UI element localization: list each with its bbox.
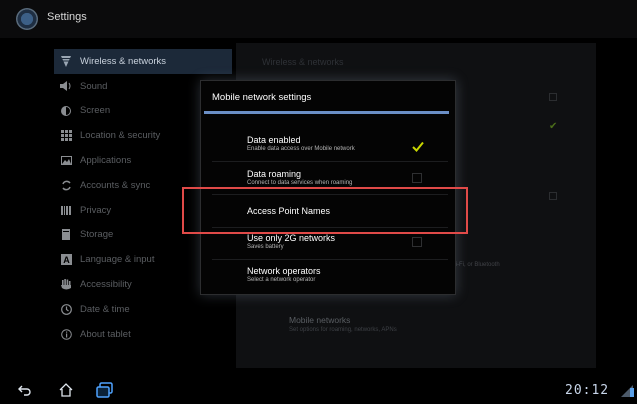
checkmark-icon <box>412 141 424 152</box>
sidebar-item-label: Applications <box>80 155 132 167</box>
settings-app-icon <box>16 8 38 30</box>
grid-icon <box>58 129 74 143</box>
contrast-icon <box>58 104 74 118</box>
sidebar-item-label: Storage <box>80 229 114 241</box>
sidebar-item-label: Privacy <box>80 204 112 216</box>
wifi-icon <box>58 54 74 68</box>
sidebar-item-label: Accessibility <box>80 279 132 291</box>
sidebar-item-about-tablet[interactable]: About tablet <box>54 322 232 347</box>
dialog-title: Mobile network settings <box>212 92 312 103</box>
hand-icon <box>58 278 74 292</box>
status-clock[interactable]: 20:12 <box>565 383 609 398</box>
network-operators-row[interactable]: Network operators Select a network opera… <box>247 266 447 283</box>
speaker-icon <box>58 79 74 93</box>
sidebar-item-label: Date & time <box>80 303 130 315</box>
mobile-networks-title[interactable]: Mobile networks <box>289 315 350 325</box>
pane-wifi-bt-subtext: Wi-Fi, or Bluetooth <box>450 262 500 268</box>
signal-icon <box>621 384 635 402</box>
storage-icon <box>58 228 74 242</box>
svg-text:A: A <box>63 255 70 265</box>
row-divider <box>212 259 448 260</box>
row-subtitle: Select a network operator <box>247 277 316 283</box>
sidebar-item-date-time[interactable]: Date & time <box>54 297 232 322</box>
top-bar: Settings <box>0 0 637 38</box>
language-icon: A <box>58 253 74 267</box>
bars-icon <box>58 203 74 217</box>
recent-apps-icon[interactable] <box>96 382 114 403</box>
back-icon[interactable] <box>18 384 32 402</box>
sidebar-item-label: Accounts & sync <box>80 179 151 191</box>
clock-icon <box>58 302 74 316</box>
sidebar-item-label: About tablet <box>80 328 131 340</box>
sidebar-item-label: Location & security <box>80 130 161 142</box>
data-roaming-checkbox[interactable] <box>412 173 422 183</box>
sidebar-item-label: Wireless & networks <box>80 55 167 67</box>
row-title: Network operators <box>247 266 321 276</box>
dialog-title-divider <box>204 111 449 114</box>
sidebar-item-label: Screen <box>80 105 111 117</box>
sidebar-item-label: Sound <box>80 80 108 92</box>
image-icon <box>58 154 74 168</box>
app-title: Settings <box>47 11 87 23</box>
pane-header: Wireless & networks <box>262 57 344 67</box>
system-bar <box>0 378 637 404</box>
mobile-networks-subtitle: Set options for roaming, networks, APNs <box>289 327 397 333</box>
pane-checkbox[interactable] <box>549 192 557 200</box>
row-divider <box>212 161 448 162</box>
info-icon <box>58 327 74 341</box>
use-only-2g-checkbox[interactable] <box>412 237 422 247</box>
pane-checkmark-icon: ✔ <box>549 121 558 132</box>
sidebar-item-wireless[interactable]: Wireless & networks <box>54 49 232 74</box>
sync-icon <box>58 178 74 192</box>
pane-checkbox[interactable] <box>549 93 557 101</box>
sidebar-item-label: Language & input <box>80 254 155 266</box>
home-icon[interactable] <box>59 383 73 402</box>
data-enabled-checkbox[interactable] <box>412 139 424 152</box>
access-point-names-highlight <box>182 187 468 234</box>
